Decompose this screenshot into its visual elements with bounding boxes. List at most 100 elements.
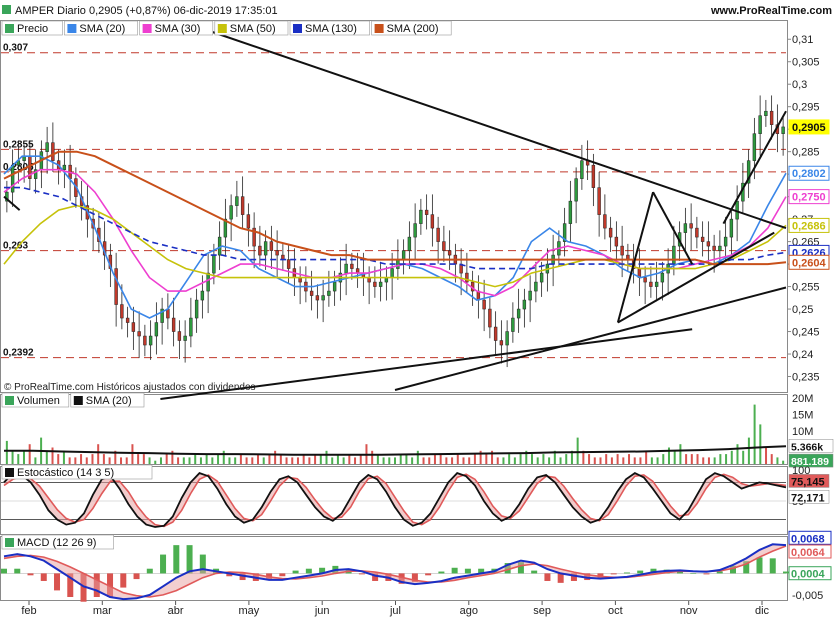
volume-bar (131, 444, 134, 464)
legend-swatch-icon (374, 24, 384, 33)
candle-body (436, 227, 440, 242)
volume-bar (633, 457, 636, 464)
price-y-tick-label: 0,245 (792, 327, 820, 339)
volume-bar (588, 454, 591, 464)
legend-item-label: Estocástico (14 3 5) (17, 467, 114, 479)
chart-background (0, 0, 835, 620)
volume-bar (177, 457, 180, 464)
volume-bar (291, 457, 294, 464)
volume-bar (154, 460, 157, 464)
volume-bar (325, 450, 328, 464)
candle-body (424, 209, 429, 215)
volume-bar (182, 457, 185, 464)
volume-bar (770, 454, 773, 464)
candle-body (235, 196, 239, 206)
legend-swatch-icon (5, 24, 14, 33)
volume-bar (639, 457, 642, 464)
macd-histogram-bar (544, 573, 551, 581)
volume-bar (473, 454, 476, 464)
candle-body (781, 126, 785, 134)
stochastic-badge-label: 75,145 (791, 476, 825, 488)
legend-swatch-icon (5, 468, 14, 477)
volume-bar (68, 457, 71, 464)
candle-body (206, 272, 210, 292)
price-y-tick-label: 0,25 (792, 304, 813, 316)
macd-histogram-bar (756, 557, 763, 574)
volume-bar (211, 457, 214, 464)
volume-bar (405, 454, 408, 464)
volume-bar (645, 450, 648, 464)
volume-bar (656, 457, 659, 464)
volume-bar (205, 454, 208, 464)
legend-swatch-icon (73, 396, 83, 405)
price-y-tick-label: 0,285 (792, 147, 820, 159)
candle-body (447, 250, 452, 256)
stock-chart[interactable]: AMPER Diario 0,2905 (+0,87%) 06-dic-2019… (0, 0, 835, 620)
volume-bar (765, 447, 768, 464)
volume-bar (234, 457, 237, 464)
candle-body (166, 308, 170, 319)
price-level-label: 0,307 (3, 43, 28, 54)
candle-body (534, 281, 538, 292)
macd-histogram-bar (186, 545, 193, 574)
candle-body (154, 322, 159, 337)
volume-bar (759, 424, 762, 464)
candle-body (700, 236, 705, 242)
volume-y-tick-label: 15M (792, 410, 813, 422)
legend-item-label: SMA (30) (155, 23, 201, 35)
candle-body (373, 281, 377, 287)
chart-title: AMPER Diario 0,2905 (+0,87%) 06-dic-2019… (15, 5, 278, 17)
legend-item-label: SMA (50) (230, 23, 276, 35)
macd-histogram-bar (1, 568, 7, 574)
volume-bar (371, 450, 374, 464)
macd-histogram-bar (451, 567, 458, 574)
site-name[interactable]: www.ProRealTime.com (710, 5, 832, 17)
x-tick-label: sep (533, 605, 551, 617)
volume-bar (456, 454, 459, 464)
macd-histogram-bar (133, 573, 140, 580)
volume-bar (148, 457, 151, 464)
volume-bar (85, 457, 88, 464)
macd-histogram-bar (173, 545, 180, 574)
volume-bar (696, 454, 699, 464)
candle-body (695, 227, 699, 238)
macd-histogram-bar (279, 573, 286, 577)
x-tick-label: oct (608, 605, 623, 617)
volume-y-tick-label: 10M (792, 426, 813, 438)
macd-histogram-bar (358, 573, 365, 575)
candle-body (482, 299, 486, 310)
macd-y-tick-label: -0,005 (792, 590, 823, 602)
macd-histogram-bar (14, 568, 21, 574)
macd-histogram-bar (438, 571, 445, 574)
candle-body (263, 241, 268, 256)
stochastic-badge-label: 72,171 (791, 492, 825, 504)
volume-bar (354, 457, 357, 464)
volume-bar (388, 457, 391, 464)
volume-bar (17, 454, 20, 464)
candle-body (718, 245, 722, 251)
candle-body (568, 200, 573, 224)
volume-bar (565, 454, 568, 464)
price-y-tick-label: 0,305 (792, 57, 820, 69)
volume-bar (74, 457, 77, 464)
candle-body (401, 250, 406, 260)
candle-body (194, 299, 199, 319)
volume-bar (576, 437, 579, 464)
volume-bar (394, 457, 396, 464)
price-y-tick-label: 0,235 (792, 372, 820, 384)
candle-body (758, 115, 762, 134)
candle-body (580, 160, 584, 179)
candle-body (764, 110, 768, 116)
candle-body (539, 272, 544, 283)
volume-bar (605, 454, 608, 464)
volume-bar (559, 457, 562, 464)
volume-bar (416, 450, 419, 464)
macd-histogram-bar (120, 573, 127, 588)
macd-histogram-bar (716, 571, 723, 574)
volume-bar (713, 457, 716, 464)
candle-body (171, 317, 176, 332)
x-tick-label: nov (680, 605, 698, 617)
price-badge-label: 0,2802 (792, 168, 826, 180)
x-tick-label: jul (389, 605, 401, 617)
legend-swatch-icon (293, 24, 302, 33)
